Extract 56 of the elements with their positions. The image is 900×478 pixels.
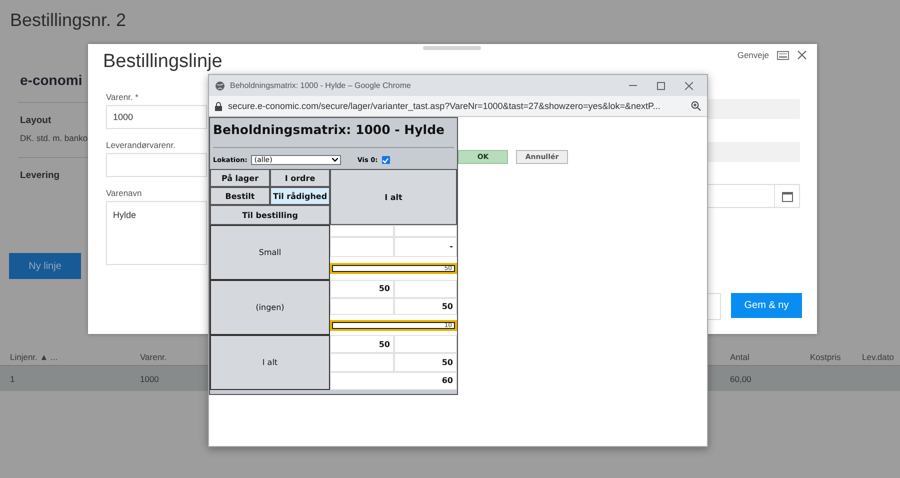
table-cell: 50 (330, 280, 394, 298)
section-value: DK. std. m. banko (20, 133, 88, 143)
minimize-icon (629, 84, 637, 86)
column-header: I ordre (270, 169, 330, 187)
shortcuts-link[interactable]: Genveje (737, 50, 769, 60)
show-zero-checkbox[interactable] (382, 156, 390, 164)
input-field[interactable] (106, 153, 207, 177)
globe-icon (215, 80, 225, 90)
input-field[interactable] (705, 142, 800, 162)
column-header: På lager (210, 169, 270, 187)
table-cell (330, 353, 394, 372)
maximize-icon (657, 82, 665, 90)
lock-icon (215, 102, 222, 110)
zoom-icon[interactable] (691, 101, 701, 111)
cancel-button[interactable] (707, 293, 721, 320)
section-label: Layout (20, 115, 52, 126)
table-cell: 50 (394, 353, 457, 372)
table-cell: 50 (394, 298, 457, 316)
table-cell: 50 (330, 335, 394, 354)
field-label: Varenr. * (106, 92, 138, 102)
column-header: I alt (330, 169, 457, 225)
table-cell: 1000 (140, 374, 159, 384)
column-header[interactable]: Kostpris (810, 352, 841, 362)
close-icon (685, 82, 693, 90)
matrix-heading: Beholdningsmatrix: 1000 - Hylde (212, 121, 446, 137)
table-cell (394, 225, 457, 237)
keyboard-icon[interactable] (777, 50, 789, 60)
input-field[interactable]: 1000 (106, 105, 207, 129)
section-label: Levering (20, 170, 61, 181)
company-name: e-conomi (20, 72, 84, 88)
field-label: Leverandørvarenr. (106, 140, 176, 150)
calendar-icon[interactable] (782, 190, 792, 202)
column-header: Bestilt (210, 187, 270, 205)
column-header[interactable]: Lev.dato (862, 352, 894, 362)
column-header: Til bestilling (210, 205, 330, 225)
column-header[interactable]: Varenr. (140, 352, 167, 362)
table-cell: 60,00 (730, 374, 752, 384)
row-label: I alt (210, 335, 330, 390)
row-label: (ingen) (210, 280, 330, 335)
table-cell: 1 (10, 374, 15, 384)
window-title: Beholdningsmatrix: 1000 - Hylde – Google Chrome (230, 81, 411, 90)
drag-handle[interactable] (423, 46, 481, 50)
close-icon[interactable] (797, 50, 807, 60)
table-cell (330, 225, 394, 237)
table-cell: 60 (330, 372, 457, 390)
column-header[interactable]: Antal (730, 352, 750, 362)
row-label: Small (210, 225, 330, 280)
input-field[interactable] (705, 99, 800, 119)
column-header: Til rådighed (270, 187, 330, 205)
page-title: Bestillingsnr. 2 (9, 9, 128, 32)
field-label: Varenavn (106, 188, 142, 198)
caret-icon (332, 158, 338, 162)
column-header[interactable]: Linjenr. ▲ ... (10, 352, 58, 362)
text-area[interactable]: Hylde (106, 201, 207, 265)
table-cell: - (394, 236, 457, 258)
dialog-title: Bestillingslinje (103, 52, 222, 72)
